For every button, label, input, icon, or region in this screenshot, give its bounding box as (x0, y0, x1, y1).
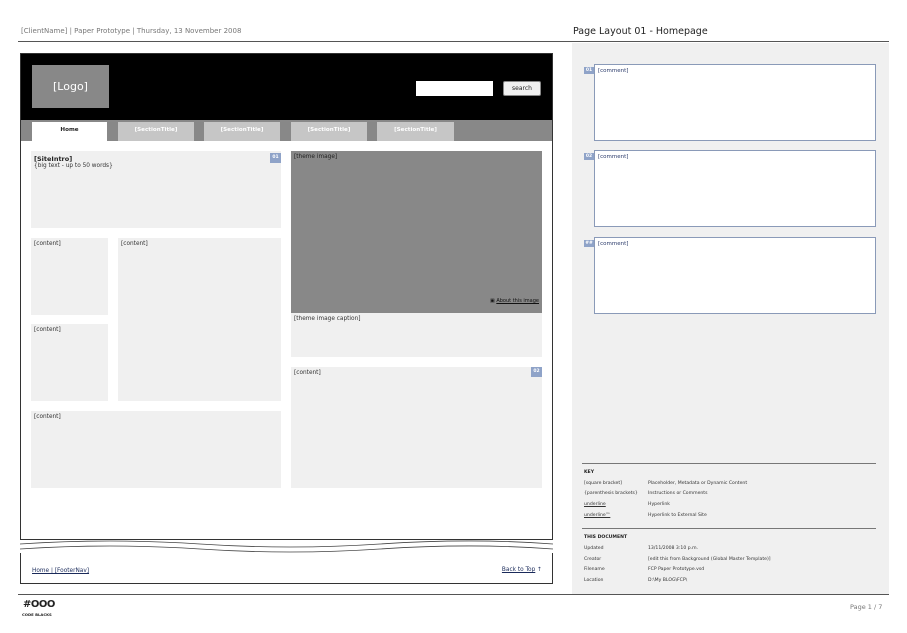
search-button[interactable]: search (503, 81, 541, 96)
doc-value: [edit this from Background (Global Maste… (648, 557, 771, 562)
header-divider (18, 41, 889, 42)
back-to-top-link[interactable]: Back to Top ↑ (502, 567, 542, 573)
tab-home[interactable]: Home (32, 122, 107, 141)
tab-section-1[interactable]: [SectionTitle] (118, 122, 194, 141)
doc-label: Filename (584, 567, 605, 572)
page-title: Page Layout 01 - Homepage (573, 26, 708, 37)
site-footer: Home | [FooterNav] Back to Top ↑ (20, 553, 553, 584)
key-divider (582, 463, 876, 464)
content-label: [content] (34, 414, 61, 420)
content-label: [content] (121, 241, 148, 247)
annotation-tag-02: 02 (531, 367, 542, 377)
key-meaning: Hyperlink (648, 502, 670, 507)
theme-image-label: [theme image] (294, 154, 338, 160)
brand-name: CODE BLACKS (22, 612, 52, 617)
content-block: [content] 02 (291, 367, 542, 488)
key-meaning: Instructions or Comments (648, 491, 708, 496)
key-meaning: Placeholder, Metadata or Dynamic Content (648, 481, 748, 486)
about-image-link[interactable]: ▣ About this image (490, 298, 539, 304)
doc-value: 13/11/2008 3:10 p.m. (648, 546, 699, 551)
content-block: [content] (31, 411, 281, 488)
brand-logo: #OOO (23, 599, 55, 610)
key-heading: KEY (584, 470, 595, 475)
comment-text: [comment] (598, 241, 629, 247)
site-header: [Logo] search (21, 54, 552, 120)
comment-badge-03: ## (584, 240, 594, 247)
about-image-text: About this image (496, 298, 539, 304)
key-term: underline (584, 502, 606, 507)
arrow-up-icon: ↑ (537, 567, 542, 573)
annotation-tag-01: 01 (270, 153, 281, 163)
content-block: [content] (31, 238, 108, 315)
tab-section-2[interactable]: [SectionTitle] (204, 122, 280, 141)
theme-image[interactable]: [theme image] ▣ About this image (291, 151, 542, 313)
comment-badge-02: 02 (584, 153, 594, 160)
page-number: Page 1 / 7 (850, 603, 883, 611)
key-term: {parenthesis brackets} (584, 491, 638, 496)
document-divider (582, 528, 876, 529)
image-icon: ▣ (490, 298, 495, 304)
tab-section-4[interactable]: [SectionTitle] (377, 122, 454, 141)
doc-value: D:\My BLOG\FCP\ (648, 578, 688, 583)
footer-divider (18, 594, 889, 595)
logo-placeholder[interactable]: [Logo] (32, 65, 109, 108)
comment-badge-01: 01 (584, 67, 594, 74)
comment-box-03[interactable]: [comment] (594, 237, 876, 314)
footer-nav[interactable]: Home | [FooterNav] (32, 568, 89, 574)
theme-caption-block: [theme image caption] (291, 313, 542, 357)
search-input[interactable] (416, 81, 493, 96)
doc-label: Updated (584, 546, 604, 551)
content-block: [content] (31, 324, 108, 401)
theme-caption-label: [theme image caption] (294, 316, 361, 322)
document-meta: [ClientName] | Paper Prototype | Thursda… (21, 27, 242, 35)
back-to-top-text: Back to Top (501, 567, 536, 573)
content-block: [content] (118, 238, 281, 401)
comment-text: [comment] (598, 154, 629, 160)
key-meaning: Hyperlink to External Site (648, 513, 707, 518)
document-heading: THIS DOCUMENT (584, 535, 628, 540)
content-label: [content] (294, 370, 321, 376)
site-intro-title: [SiteIntro] (34, 155, 73, 163)
main-nav: Home [SectionTitle] [SectionTitle] [Sect… (21, 120, 552, 141)
content-label: [content] (34, 241, 61, 247)
wireframe-page: [Logo] search Home [SectionTitle] [Secti… (20, 53, 553, 540)
content-label: [content] (34, 327, 61, 333)
key-term: [square bracket] (584, 481, 622, 486)
site-intro-note: {big text - up to 50 words} (34, 163, 113, 169)
doc-label: Creator (584, 557, 602, 562)
page-break-wave (20, 540, 553, 553)
comment-box-01[interactable]: [comment] (594, 64, 876, 141)
tab-section-3[interactable]: [SectionTitle] (291, 122, 367, 141)
key-term: underline™ (584, 513, 611, 518)
site-intro-block: [SiteIntro] {big text - up to 50 words} … (31, 151, 281, 228)
doc-label: Location (584, 578, 604, 583)
doc-value: FCP Paper Prototype.vsd (648, 567, 705, 572)
comment-text: [comment] (598, 68, 629, 74)
comment-box-02[interactable]: [comment] (594, 150, 876, 227)
